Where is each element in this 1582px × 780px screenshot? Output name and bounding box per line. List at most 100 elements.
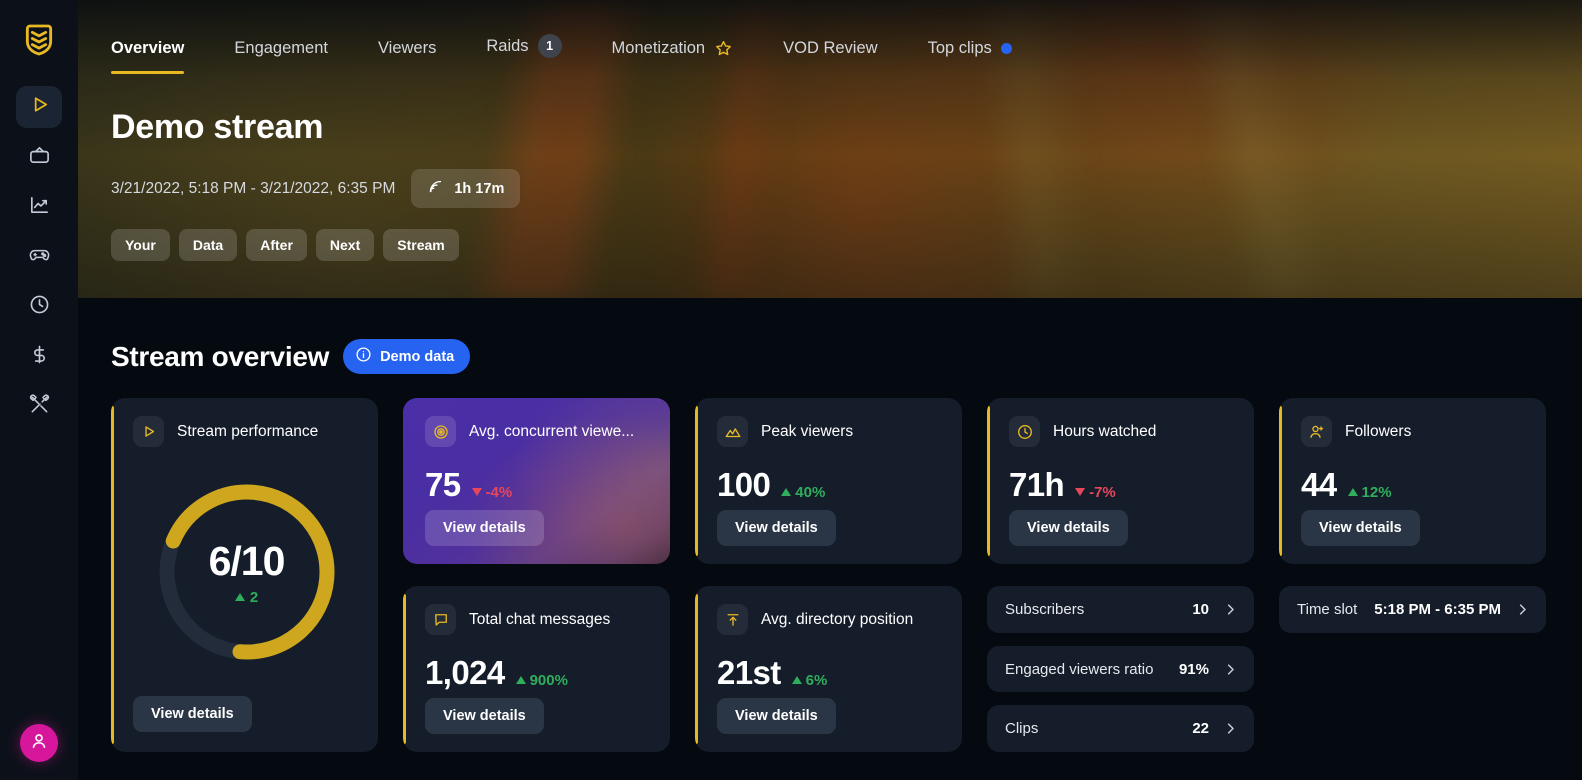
tab-label: Raids [486,36,529,55]
chevron-right-icon [1223,721,1238,736]
list-item-clips[interactable]: Clips 22 [987,705,1254,753]
stream-tag[interactable]: Stream [383,229,459,261]
chevron-right-icon [1515,602,1530,617]
card-stream-performance[interactable]: Stream performance 6/10 2 View details [111,398,378,752]
avatar[interactable] [20,724,58,762]
peak-mountain-icon [717,416,748,447]
card-value-row: 75 -4% [425,466,652,504]
card-delta-value: -4% [485,483,513,501]
clock-icon [1009,416,1040,447]
chat-bubble-icon [425,604,456,635]
list-item-label: Engaged viewers ratio [1005,660,1154,678]
duration-label: 1h 17m [454,180,505,197]
tab-vod-review[interactable]: VOD Review [758,39,902,74]
gauge-value: 6/10 [208,537,286,584]
card-value: 1,024 [425,654,505,691]
card-value-row: 71h -7% [1009,466,1236,504]
main-area: Overview Engagement Viewers Raids 1 Mone… [78,0,1582,780]
list-item-engaged-viewers-ratio[interactable]: Engaged viewers ratio 91% [987,645,1254,693]
card-value: 71h [1009,466,1065,503]
view-details-button[interactable]: View details [717,510,836,546]
card-header: Stream performance [133,416,360,447]
card-title: Total chat messages [469,610,611,628]
view-details-button[interactable]: View details [425,698,544,734]
section-header: Stream overview Demo data [111,339,1582,374]
card-avg-directory-position[interactable]: Avg. directory position 21st 6% View det… [695,586,962,752]
card-value: 100 [717,466,771,503]
view-details-button[interactable]: View details [717,698,836,734]
card-title: Stream performance [177,422,319,440]
play-icon [28,93,51,121]
card-delta-value: 12% [1361,483,1392,501]
card-avg-concurrent-viewers[interactable]: Avg. concurrent viewe... 75 -4% View det… [403,398,670,564]
tab-engagement[interactable]: Engagement [209,39,353,74]
demo-badge-label: Demo data [380,348,455,365]
view-details-button[interactable]: View details [133,696,252,732]
card-total-chat-messages[interactable]: Total chat messages 1,024 900% View deta… [403,586,670,752]
dollar-icon [28,343,51,371]
stream-meta: 3/21/2022, 5:18 PM - 3/21/2022, 6:35 PM … [111,169,1582,208]
card-delta-value: 900% [529,671,568,689]
triangle-up-icon [234,593,245,601]
content-area: Stream overview Demo data Stream perform… [78,298,1582,753]
stream-tag[interactable]: After [246,229,307,261]
stream-hero-banner: Overview Engagement Viewers Raids 1 Mone… [78,0,1582,298]
tab-label: Top clips [927,39,992,57]
card-delta: 900% [515,671,568,689]
card-value: 21st [717,654,781,691]
tab-label: Monetization [611,39,706,57]
card-delta-value: -7% [1089,483,1116,501]
card-delta: -7% [1075,484,1116,501]
triangle-down-icon [1075,488,1086,496]
card-delta: 40% [781,484,825,501]
view-details-button[interactable]: View details [1301,510,1420,546]
card-header: Followers [1301,416,1528,447]
sidebar-item-revenue[interactable] [16,336,62,378]
card-value: 44 [1301,466,1337,503]
raids-count-badge: 1 [537,34,562,58]
card-header: Total chat messages [425,604,652,635]
card-followers[interactable]: Followers 44 12% View details [1279,398,1546,564]
view-details-button[interactable]: View details [425,510,544,546]
card-peak-viewers[interactable]: Peak viewers 100 40% View details [695,398,962,564]
info-icon [355,346,372,367]
chevron-right-icon [1223,602,1238,617]
app-root: Overview Engagement Viewers Raids 1 Mone… [0,0,1582,780]
tab-overview[interactable]: Overview [111,39,209,74]
sidebar-item-streams[interactable] [16,86,62,128]
card-value-row: 21st 6% [717,654,944,692]
tab-monetization[interactable]: Monetization [587,39,759,74]
card-value-row: 1,024 900% [425,654,652,692]
tab-raids[interactable]: Raids 1 [461,34,586,74]
sidebar-item-analytics[interactable] [16,186,62,228]
performance-gauge: 6/10 2 [133,447,360,696]
tab-label: VOD Review [783,39,878,57]
sidebar-item-games[interactable] [16,236,62,278]
tab-top-clips[interactable]: Top clips [903,39,1037,74]
tab-label: Overview [111,39,185,57]
stream-duration-pill: 1h 17m [411,169,521,208]
list-item-subscribers[interactable]: Subscribers 10 [987,586,1254,633]
card-title: Followers [1345,422,1412,440]
time-slot-label: Time slot [1297,601,1358,618]
list-item-value: 10 [1192,600,1209,618]
arrow-up-bar-icon [717,604,748,635]
sidebar-item-tools[interactable] [16,386,62,428]
card-title: Hours watched [1053,422,1157,440]
stream-tag[interactable]: Data [178,229,238,261]
tab-viewers[interactable]: Viewers [353,39,461,74]
view-details-button[interactable]: View details [1009,510,1128,546]
shield-badge-logo[interactable] [17,18,61,62]
stream-tag[interactable]: Next [315,229,375,261]
list-item-time-slot[interactable]: Time slot 5:18 PM - 6:35 PM [1279,586,1546,633]
tab-label: Engagement [234,39,328,57]
card-value-row: 100 40% [717,466,944,504]
card-title: Avg. concurrent viewe... [469,422,635,440]
stream-tag[interactable]: Your [111,229,170,261]
list-item-label: Subscribers [1005,600,1085,618]
sidebar-item-channel[interactable] [16,136,62,178]
sidebar-item-schedule[interactable] [16,286,62,328]
card-hours-watched[interactable]: Hours watched 71h -7% View details [987,398,1254,564]
card-header: Avg. directory position [717,604,944,635]
demo-data-badge[interactable]: Demo data [343,339,471,374]
